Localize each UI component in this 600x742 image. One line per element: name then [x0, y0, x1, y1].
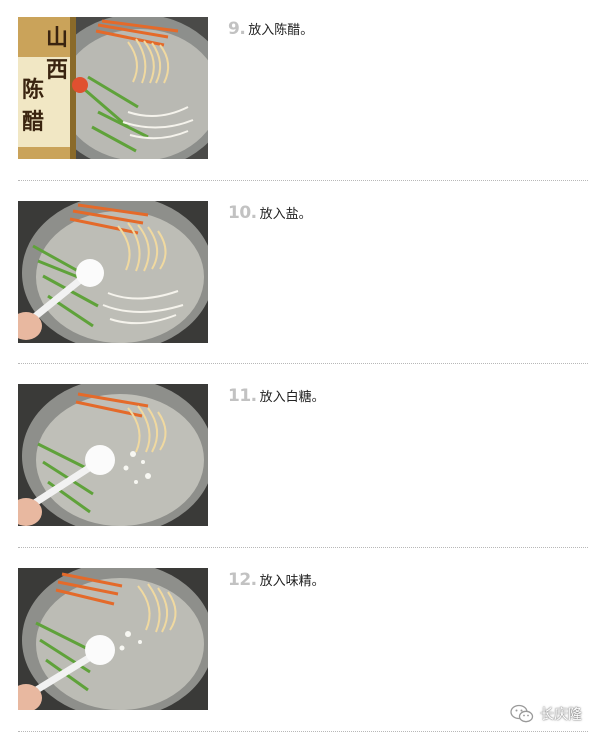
step-divider	[18, 363, 588, 364]
step-photo-vinegar: 山 西 陈 醋	[18, 17, 208, 159]
step-divider	[18, 731, 588, 732]
step-number: 11.	[228, 386, 257, 406]
watermark-text: 长庆隆	[540, 707, 582, 723]
step-text: 放入盐。	[259, 207, 312, 222]
step-caption: 9. 放入陈醋。	[228, 19, 313, 39]
watermark: 长庆隆	[510, 704, 582, 724]
step-caption: 11. 放入白糖。	[228, 386, 325, 406]
bottle-label: 山 西 陈 醋	[22, 25, 69, 135]
wechat-icon	[510, 704, 534, 723]
step-caption: 12. 放入味精。	[228, 570, 325, 590]
step-text: 放入陈醋。	[248, 23, 314, 38]
step-number: 12.	[228, 570, 257, 590]
step-number: 10.	[228, 203, 257, 223]
step-photo-msg	[18, 568, 208, 710]
step-text: 放入白糖。	[259, 390, 325, 405]
step-photo-salt	[18, 201, 208, 343]
step-photo-sugar	[18, 384, 208, 526]
step-divider	[18, 180, 588, 181]
step-text: 放入味精。	[259, 574, 325, 589]
step-divider	[18, 547, 588, 548]
step-number: 9.	[228, 19, 246, 39]
step-caption: 10. 放入盐。	[228, 203, 312, 223]
